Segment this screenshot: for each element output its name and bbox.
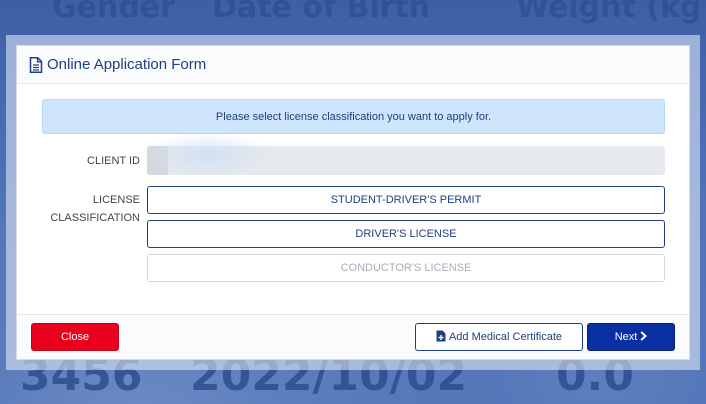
background-weight-label: Weight (kg bbox=[516, 0, 702, 25]
close-button-label: Close bbox=[60, 331, 90, 343]
modal-header: Online Application Form bbox=[17, 46, 689, 84]
license-label-line1: LICENSE bbox=[92, 194, 140, 206]
license-label-line2: CLASSIFICATION bbox=[50, 212, 140, 224]
redaction-smudge bbox=[141, 132, 273, 178]
file-text-icon bbox=[29, 56, 43, 73]
modal-footer: Close Add Medical Certificate Next bbox=[17, 314, 689, 359]
add-medical-certificate-label: Add Medical Certificate bbox=[448, 331, 563, 343]
background-gender-label: Gender bbox=[52, 0, 175, 25]
info-alert: Please select license classification you… bbox=[42, 99, 665, 134]
application-modal: Online Application Form Please select li… bbox=[16, 45, 690, 360]
option-drivers-license[interactable]: DRIVER'S LICENSE bbox=[147, 220, 665, 248]
next-button-label: Next bbox=[614, 331, 638, 343]
next-button[interactable]: Next bbox=[587, 323, 675, 351]
close-button[interactable]: Close bbox=[31, 323, 119, 351]
client-id-label: CLIENT ID bbox=[87, 155, 140, 167]
add-medical-certificate-button[interactable]: Add Medical Certificate bbox=[415, 323, 583, 351]
chevron-right-icon bbox=[640, 330, 648, 344]
license-classification-label: LICENSE CLASSIFICATION bbox=[37, 191, 140, 227]
background-dob-label: Date of Birth bbox=[212, 0, 431, 25]
option-student-drivers-permit[interactable]: STUDENT-DRIVER'S PERMIT bbox=[147, 186, 665, 214]
modal-title: Online Application Form bbox=[47, 56, 207, 73]
file-plus-icon bbox=[436, 330, 446, 345]
option-conductors-license: CONDUCTOR'S LICENSE bbox=[147, 254, 665, 282]
